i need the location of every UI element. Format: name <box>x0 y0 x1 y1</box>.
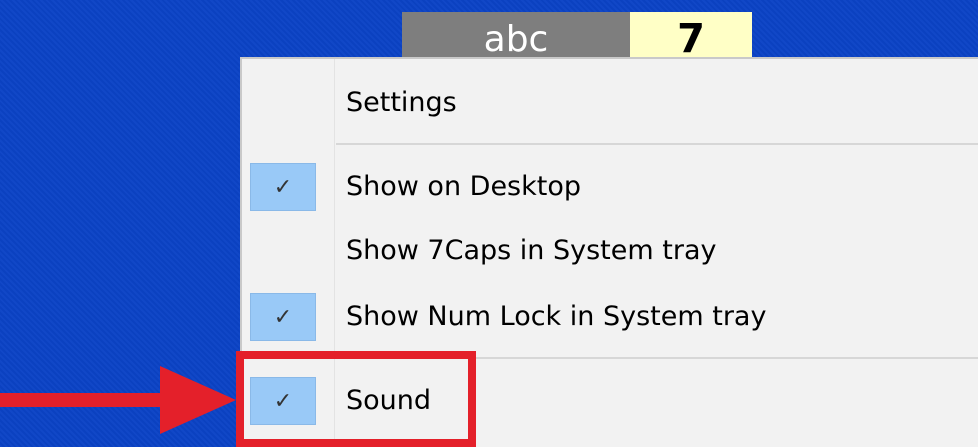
arrow-head-icon <box>160 366 236 434</box>
checkmark-icon: ✓ <box>250 163 316 211</box>
menu-item-label: Show Num Lock in System tray <box>346 301 767 332</box>
num-lock-indicator[interactable]: 7 <box>630 12 752 62</box>
menu-item-show-7caps-in-tray[interactable]: Show 7Caps in System tray <box>242 227 978 275</box>
caps-lock-indicator[interactable]: abc <box>402 12 630 62</box>
right-arrow-icon <box>0 393 168 407</box>
menu-item-label: Show 7Caps in System tray <box>346 235 717 266</box>
menu-item-show-on-desktop[interactable]: ✓ Show on Desktop <box>242 163 978 211</box>
menu-item-label: Show on Desktop <box>346 171 581 202</box>
checkmark-icon: ✓ <box>250 293 316 341</box>
menu-separator <box>336 143 978 145</box>
menu-item-show-num-lock-in-tray[interactable]: ✓ Show Num Lock in System tray <box>242 293 978 341</box>
menu-item-settings[interactable]: Settings <box>242 79 978 127</box>
annotation-highlight-box <box>236 351 476 447</box>
menu-item-label: Settings <box>346 87 457 118</box>
